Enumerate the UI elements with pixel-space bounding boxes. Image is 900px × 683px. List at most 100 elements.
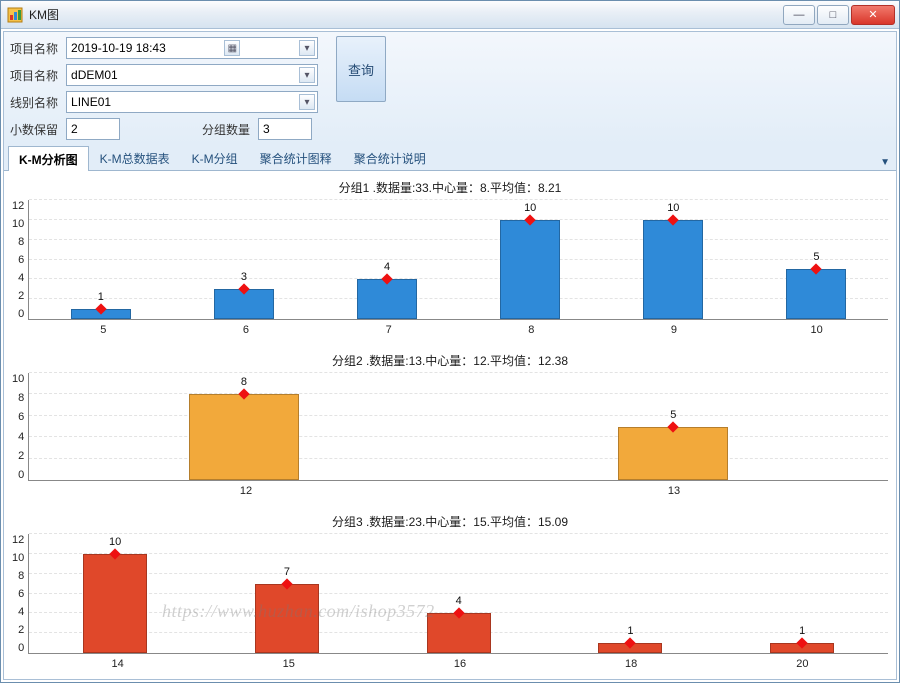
x-tick-label: 14	[86, 658, 150, 670]
y-tick-label: 2	[18, 290, 24, 302]
chevron-down-icon[interactable]: ▾	[299, 67, 315, 83]
charts-panel: 分组1 .数据量:33.中心量：8.平均值：8.2112108642013410…	[4, 171, 896, 679]
bar-value-label: 4	[456, 595, 462, 607]
bar: 5	[786, 200, 846, 319]
x-tick-label: 10	[787, 324, 847, 336]
x-tick-label: 13	[619, 485, 729, 497]
y-tick-label: 10	[12, 373, 24, 385]
tab-聚合统计说明[interactable]: 聚合统计说明	[343, 145, 437, 170]
maximize-button[interactable]: □	[817, 5, 849, 25]
x-tick-label: 9	[644, 324, 704, 336]
y-tick-label: 8	[18, 236, 24, 248]
y-tick-label: 6	[18, 588, 24, 600]
calendar-icon[interactable]: ▦	[224, 40, 240, 56]
y-tick-label: 12	[12, 200, 24, 212]
x-tick-label: 8	[501, 324, 561, 336]
bar-value-label: 10	[667, 202, 679, 214]
tab-聚合统计图释[interactable]: 聚合统计图释	[249, 145, 343, 170]
decimal-label: 小数保留	[10, 121, 60, 138]
x-tick-label: 5	[73, 324, 133, 336]
window-buttons: — □ ✕	[783, 5, 895, 25]
y-tick-label: 10	[12, 552, 24, 564]
title-bar[interactable]: KM图 — □ ✕	[1, 1, 899, 29]
project-name-select[interactable]: dDEM01 ▾	[66, 64, 318, 86]
close-button[interactable]: ✕	[851, 5, 895, 25]
chart-title: 分组2 .数据量:13.中心量：12.平均值：12.38	[12, 350, 888, 373]
line-value: LINE01	[71, 95, 111, 109]
y-tick-label: 2	[18, 450, 24, 462]
minimize-button[interactable]: —	[783, 5, 815, 25]
bar-value-label: 1	[627, 625, 633, 637]
bar: 4	[427, 534, 491, 653]
bar: 1	[71, 200, 131, 319]
chevron-down-icon[interactable]: ▾	[299, 40, 315, 56]
group-count-label: 分组数量	[202, 121, 252, 138]
chevron-down-icon[interactable]: ▾	[299, 94, 315, 110]
decimal-input[interactable]: 2	[66, 118, 120, 140]
x-tick-label: 18	[599, 658, 663, 670]
bar: 4	[357, 200, 417, 319]
tab-K-M总数据表[interactable]: K-M总数据表	[89, 145, 181, 170]
chart-group-2: 分组2 .数据量:13.中心量：12.平均值：12.3810 8 6 4 2 0 8 5 12 1…	[12, 350, 888, 497]
chart-group-3: 分组3 .数据量:23.中心量：15.平均值：15.09121086420107…	[12, 511, 888, 670]
y-tick-label: 4	[18, 272, 24, 284]
x-tick-label: 6	[216, 324, 276, 336]
desktop-window: KM图 — □ ✕ 项目名称 2019-10-19 18:43 ▦ ▾ 项目名称…	[0, 0, 900, 683]
x-tick-label: 7	[359, 324, 419, 336]
bar: 1	[598, 534, 662, 653]
group-count-value: 3	[263, 122, 270, 136]
bar: 10	[643, 200, 703, 319]
project-date-value: 2019-10-19 18:43	[71, 41, 166, 55]
filter-form: 项目名称 2019-10-19 18:43 ▦ ▾ 项目名称 dDEM01 ▾ …	[4, 32, 896, 145]
y-tick-label: 12	[12, 534, 24, 546]
y-tick-label: 10	[12, 218, 24, 230]
y-tick-label: 0	[18, 642, 24, 654]
project-date-input[interactable]: 2019-10-19 18:43 ▦ ▾	[66, 37, 318, 59]
bar-value-label: 10	[109, 536, 121, 548]
line-select[interactable]: LINE01 ▾	[66, 91, 318, 113]
bar-value-label: 7	[284, 566, 290, 578]
bar: 3	[214, 200, 274, 319]
tabstrip-dropdown-icon[interactable]: ▼	[874, 155, 896, 170]
tabstrip: K-M分析图K-M总数据表K-M分组聚合统计图释聚合统计说明 ▼	[4, 145, 896, 171]
window-title: KM图	[29, 6, 783, 23]
bar-value-label: 1	[98, 291, 104, 303]
line-label: 线别名称	[10, 94, 60, 111]
tab-K-M分析图[interactable]: K-M分析图	[8, 146, 89, 171]
bar: 1	[770, 534, 834, 653]
project-name-label: 项目名称	[10, 67, 60, 84]
bar: 10	[500, 200, 560, 319]
y-tick-label: 4	[18, 431, 24, 443]
bar-value-label: 8	[241, 376, 247, 388]
group-count-input[interactable]: 3	[258, 118, 312, 140]
app-icon	[7, 7, 23, 23]
bar-value-label: 5	[813, 251, 819, 263]
tab-K-M分组[interactable]: K-M分组	[181, 145, 249, 170]
y-tick-label: 4	[18, 606, 24, 618]
y-tick-label: 6	[18, 254, 24, 266]
y-tick-label: 0	[18, 308, 24, 320]
chart-group-1: 分组1 .数据量:33.中心量：8.平均值：8.2112 10 8 6 4 2 0 1 3 4 10…	[12, 177, 888, 336]
y-tick-label: 0	[18, 469, 24, 481]
bar-value-label: 4	[384, 261, 390, 273]
bar-value-label: 10	[524, 202, 536, 214]
query-button[interactable]: 查询	[336, 36, 386, 102]
bar: 10	[83, 534, 147, 653]
decimal-value: 2	[71, 122, 78, 136]
y-tick-label: 2	[18, 624, 24, 636]
window-body: 项目名称 2019-10-19 18:43 ▦ ▾ 项目名称 dDEM01 ▾ …	[3, 31, 897, 680]
project-name-value: dDEM01	[71, 68, 118, 82]
chart-title: 分组1 .数据量:33.中心量：8.平均值：8.21	[12, 177, 888, 200]
x-tick-label: 15	[257, 658, 321, 670]
x-tick-label: 16	[428, 658, 492, 670]
bar: 8	[189, 373, 299, 480]
x-tick-label: 20	[770, 658, 834, 670]
y-tick-label: 8	[18, 392, 24, 404]
y-tick-label: 6	[18, 411, 24, 423]
bar-value-label: 3	[241, 271, 247, 283]
project-date-label: 项目名称	[10, 40, 60, 57]
bar-value-label: 5	[670, 409, 676, 421]
bar: 5	[618, 373, 728, 480]
bar-value-label: 1	[799, 625, 805, 637]
x-tick-label: 12	[191, 485, 301, 497]
